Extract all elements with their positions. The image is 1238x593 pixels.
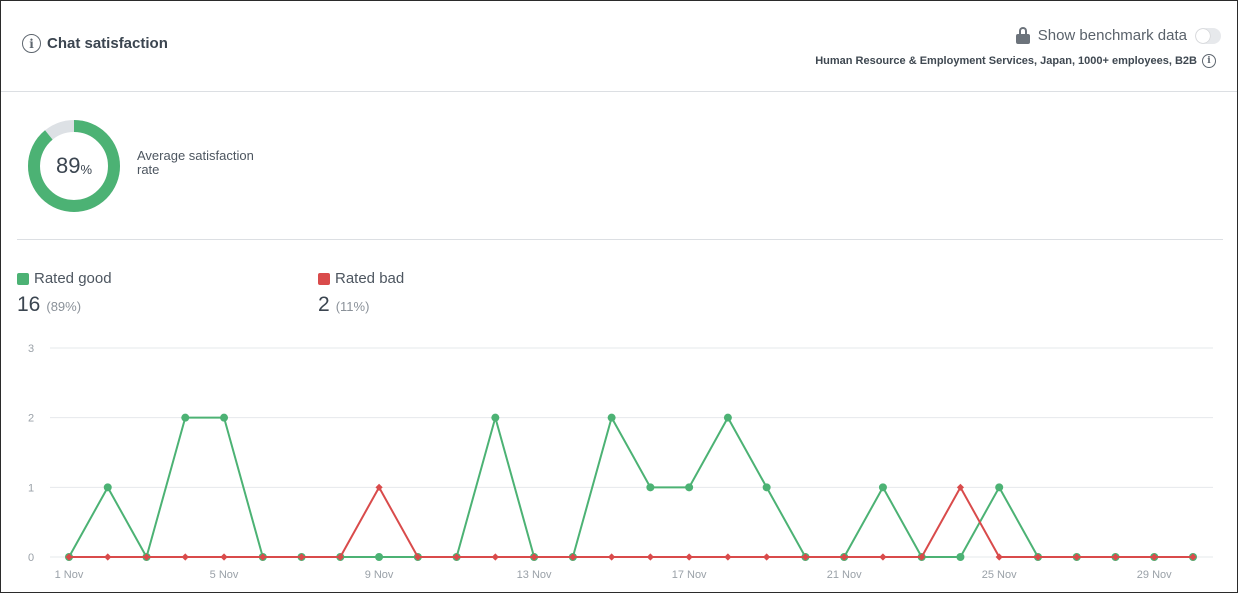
data-point (685, 483, 694, 492)
data-point (607, 413, 616, 422)
x-tick-label: 25 Nov (982, 569, 1017, 581)
data-point (723, 413, 732, 422)
benchmark-segment: Human Resource & Employment Services, Ja… (815, 54, 1216, 68)
good-label: Rated good (34, 270, 112, 287)
data-point (763, 553, 771, 561)
benchmark-row: Show benchmark data (1015, 27, 1221, 44)
x-tick-label: 21 Nov (827, 569, 862, 581)
x-tick-label: 13 Nov (517, 569, 552, 581)
data-point (762, 483, 771, 492)
rate-value: 89 (55, 153, 81, 178)
title-group: i Chat satisfaction (22, 34, 168, 53)
segment-info-icon[interactable]: i (1202, 54, 1216, 68)
data-point (608, 553, 616, 561)
data-point (956, 553, 965, 561)
data-point (104, 553, 112, 561)
data-point (181, 413, 190, 422)
y-tick-label: 0 (28, 552, 34, 564)
y-tick-label: 1 (28, 482, 34, 494)
card-title: Chat satisfaction (47, 35, 168, 52)
data-point (103, 483, 112, 492)
chat-satisfaction-card: i Chat satisfaction Show benchmark data … (0, 0, 1238, 593)
section-divider (17, 239, 1223, 240)
data-point (878, 483, 887, 492)
bad-swatch (318, 272, 330, 285)
toggle-knob (1196, 28, 1210, 43)
data-point (724, 553, 732, 561)
x-tick-label: 9 Nov (365, 569, 394, 581)
rate-label: Average satisfaction rate (137, 148, 254, 177)
rate-unit: % (80, 161, 93, 177)
benchmark-label: Show benchmark data (1037, 27, 1187, 44)
lock-icon (1015, 27, 1030, 44)
series-line (69, 486, 1193, 558)
benchmark-toggle[interactable] (1195, 27, 1221, 44)
y-tick-label: 3 (28, 343, 34, 355)
good-count-value: 16 (17, 293, 41, 316)
legend-good[interactable]: Rated good (17, 270, 112, 287)
bad-count: 2 (11%) (318, 293, 369, 317)
data-point (375, 553, 384, 561)
data-point (491, 553, 499, 561)
data-point (220, 413, 229, 422)
data-point (685, 553, 693, 561)
segment-text: Human Resource & Employment Services, Ja… (815, 55, 1197, 67)
ratings-line-chart: 0 1 2 3 1 Nov 5 Nov 9 Nov 13 Nov 17 Nov 21 Nov 25 … (28, 343, 1213, 581)
y-tick-label: 2 (28, 413, 34, 425)
data-point (879, 553, 887, 561)
good-count: 16 (89%) (17, 293, 81, 317)
info-icon[interactable]: i (22, 34, 41, 53)
card-header: i Chat satisfaction Show benchmark data … (1, 1, 1237, 92)
bad-count-percent: (11%) (335, 299, 370, 314)
data-point (181, 553, 189, 561)
x-tick-label: 1 Nov (55, 569, 84, 581)
good-swatch (17, 272, 29, 285)
bad-count-value: 2 (318, 293, 330, 316)
data-point (646, 483, 655, 492)
data-point (995, 483, 1004, 492)
x-tick-label: 17 Nov (672, 569, 707, 581)
good-count-percent: (89%) (46, 299, 82, 314)
data-point (646, 553, 654, 561)
bad-label: Rated bad (335, 270, 405, 287)
legend-bad[interactable]: Rated bad (318, 270, 404, 287)
donut-value: 89% (26, 118, 122, 214)
data-point (491, 413, 500, 422)
x-tick-label: 5 Nov (210, 569, 239, 581)
x-tick-label: 29 Nov (1137, 569, 1172, 581)
data-point (220, 553, 228, 561)
